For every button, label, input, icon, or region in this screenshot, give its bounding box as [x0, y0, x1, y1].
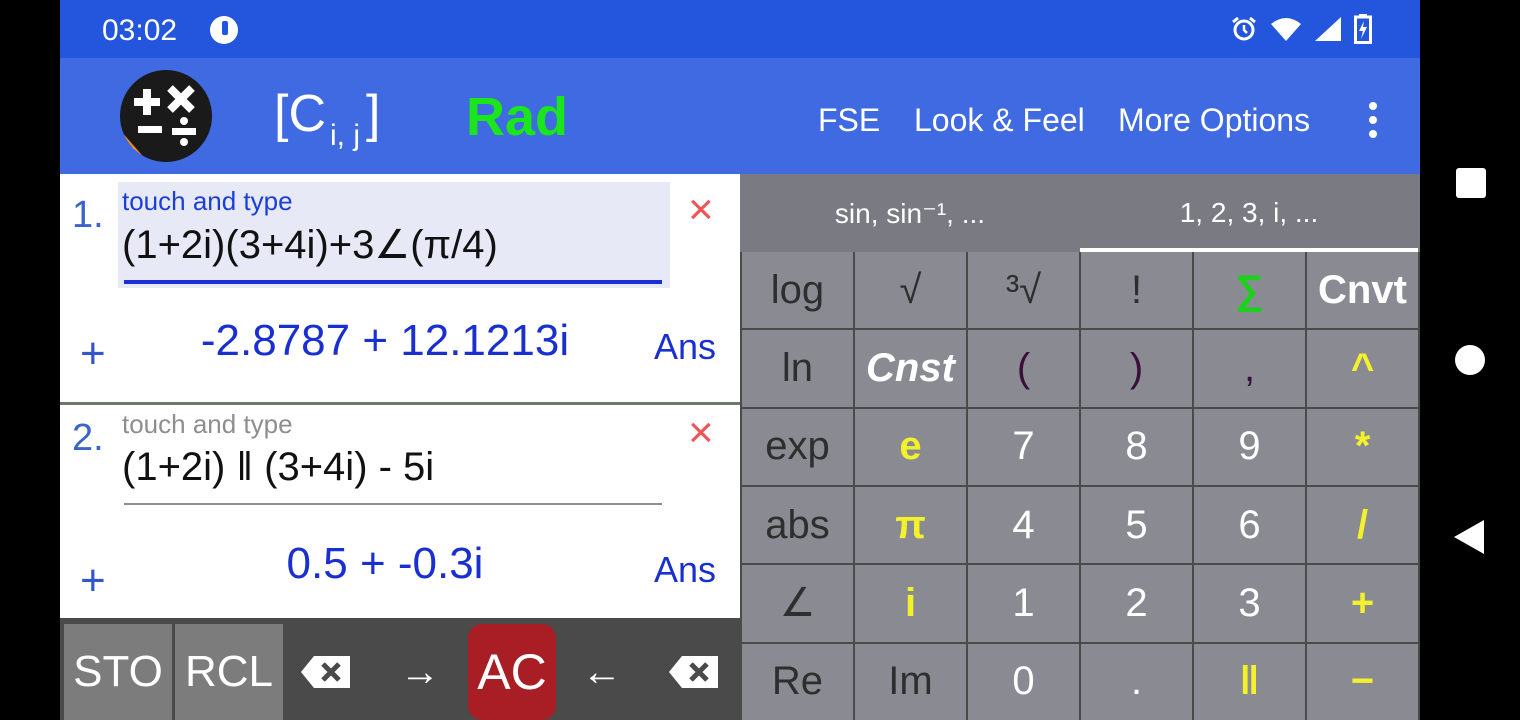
ans-button[interactable]: Ans: [654, 326, 716, 368]
key-real[interactable]: Re: [742, 643, 853, 720]
key-comma[interactable]: ,: [1194, 330, 1305, 407]
delete-row-icon[interactable]: ×: [688, 411, 714, 455]
cursor-right-icon[interactable]: →: [388, 624, 452, 720]
key-decimal[interactable]: .: [1081, 643, 1192, 720]
key-ln[interactable]: ln: [742, 330, 853, 407]
key-sum[interactable]: ∑: [1194, 252, 1305, 329]
result-value: -2.8787 + 12.1213i: [200, 316, 570, 365]
key-sqrt[interactable]: √: [855, 252, 966, 329]
alarm-icon: [1232, 16, 1256, 41]
svg-text:PRO: PRO: [125, 146, 148, 162]
app-brand: [C i, j]: [274, 85, 381, 152]
recent-apps-icon[interactable]: [1456, 168, 1486, 198]
key-6[interactable]: 6: [1194, 487, 1305, 564]
expression-text[interactable]: (1+2i) ǁ (3+4i) - 5i: [122, 445, 434, 490]
sto-button[interactable]: STO: [64, 624, 172, 720]
status-bar: 03:02: [60, 0, 1420, 58]
key-factorial[interactable]: !: [1081, 252, 1192, 329]
row-number: 1.: [72, 194, 104, 236]
key-abs[interactable]: abs: [742, 487, 853, 564]
key-divide[interactable]: /: [1307, 487, 1418, 564]
key-minus[interactable]: −: [1307, 643, 1418, 720]
input-hint: touch and type: [122, 409, 293, 439]
tab-numbers[interactable]: 1, 2, 3, i, ...: [1080, 174, 1418, 252]
result-value: 0.5 + -0.3i: [286, 539, 484, 588]
key-open-paren[interactable]: (: [968, 330, 1079, 407]
key-grid: log √ ³√ ! ∑ Cnvt ln Cnst ( ) , ^ exp e …: [740, 252, 1420, 720]
android-nav-bar: [1420, 0, 1520, 720]
overflow-menu-icon[interactable]: [1360, 100, 1386, 140]
key-parallel[interactable]: ǁ: [1194, 643, 1305, 720]
cursor-left-icon[interactable]: ←: [570, 624, 634, 720]
battery-charging-icon: [1354, 14, 1372, 44]
ans-button[interactable]: Ans: [654, 549, 716, 591]
key-4[interactable]: 4: [968, 487, 1079, 564]
key-plus[interactable]: +: [1307, 565, 1418, 642]
key-i[interactable]: i: [855, 565, 966, 642]
cellular-signal-icon: [1315, 17, 1341, 41]
more-options-button[interactable]: More Options: [1118, 102, 1310, 139]
wifi-icon: [1271, 18, 1301, 41]
status-icons: [1230, 14, 1372, 44]
all-clear-button[interactable]: AC: [468, 624, 556, 720]
row-number: 2.: [72, 417, 104, 459]
key-pi[interactable]: π: [855, 487, 966, 564]
delete-row-icon[interactable]: ×: [688, 188, 714, 232]
calculator-logo-icon: PRO: [120, 85, 196, 162]
expression-card: 2. touch and type (1+2i) ǁ (3+4i) - 5i ×…: [60, 405, 740, 617]
key-2[interactable]: 2: [1081, 565, 1192, 642]
key-8[interactable]: 8: [1081, 408, 1192, 485]
clear-input-icon[interactable]: [292, 624, 360, 720]
expression-list: 1. touch and type (1+2i)(3+4i)+3∠(π/4) ×…: [60, 174, 740, 720]
key-7[interactable]: 7: [968, 408, 1079, 485]
key-angle[interactable]: ∠: [742, 565, 853, 642]
angle-mode-toggle[interactable]: Rad: [466, 86, 568, 148]
keypad: sin, sin⁻¹, ... 1, 2, 3, i, ... log √ ³√…: [740, 174, 1420, 720]
expression-input[interactable]: touch and type (1+2i)(3+4i)+3∠(π/4): [118, 182, 670, 288]
key-0[interactable]: 0: [968, 643, 1079, 720]
add-row-icon[interactable]: +: [80, 332, 106, 376]
status-time: 03:02: [102, 14, 178, 47]
app-toolbar: PRO [C i, j] Rad FSE Look & Feel More Opt…: [60, 58, 1420, 174]
add-row-icon[interactable]: +: [80, 559, 106, 603]
key-close-paren[interactable]: ): [1081, 330, 1192, 407]
expression-card: 1. touch and type (1+2i)(3+4i)+3∠(π/4) ×…: [60, 174, 740, 402]
input-underline: [124, 280, 662, 284]
key-imag[interactable]: Im: [855, 643, 966, 720]
look-and-feel-button[interactable]: Look & Feel: [914, 102, 1085, 139]
rcl-button[interactable]: RCL: [175, 624, 283, 720]
key-convert[interactable]: Cnvt: [1307, 252, 1418, 329]
tab-functions[interactable]: sin, sin⁻¹, ...: [740, 174, 1080, 252]
notification-app-icon: [210, 16, 238, 44]
key-3[interactable]: 3: [1194, 565, 1305, 642]
key-cube-root[interactable]: ³√: [968, 252, 1079, 329]
input-hint: touch and type: [122, 186, 293, 216]
expression-text[interactable]: (1+2i)(3+4i)+3∠(π/4): [122, 222, 498, 268]
keypad-tabs: sin, sin⁻¹, ... 1, 2, 3, i, ...: [740, 174, 1420, 252]
key-1[interactable]: 1: [968, 565, 1079, 642]
key-5[interactable]: 5: [1081, 487, 1192, 564]
home-icon[interactable]: [1455, 345, 1485, 375]
input-underline: [124, 503, 662, 505]
key-constants[interactable]: Cnst: [855, 330, 966, 407]
key-exp[interactable]: exp: [742, 408, 853, 485]
app-logo: PRO: [120, 70, 212, 162]
expression-input[interactable]: touch and type (1+2i) ǁ (3+4i) - 5i: [118, 405, 670, 505]
key-multiply[interactable]: *: [1307, 408, 1418, 485]
edit-toolbar: STO RCL → AC ←: [60, 618, 740, 720]
back-icon[interactable]: [1454, 520, 1484, 554]
key-log[interactable]: log: [742, 252, 853, 329]
backspace-icon[interactable]: [660, 624, 728, 720]
calculator-app: 03:02 PRO [C i, j] Rad FSE Look & Feel …: [60, 0, 1420, 720]
key-power[interactable]: ^: [1307, 330, 1418, 407]
key-e[interactable]: e: [855, 408, 966, 485]
fse-button[interactable]: FSE: [818, 102, 880, 139]
key-9[interactable]: 9: [1194, 408, 1305, 485]
